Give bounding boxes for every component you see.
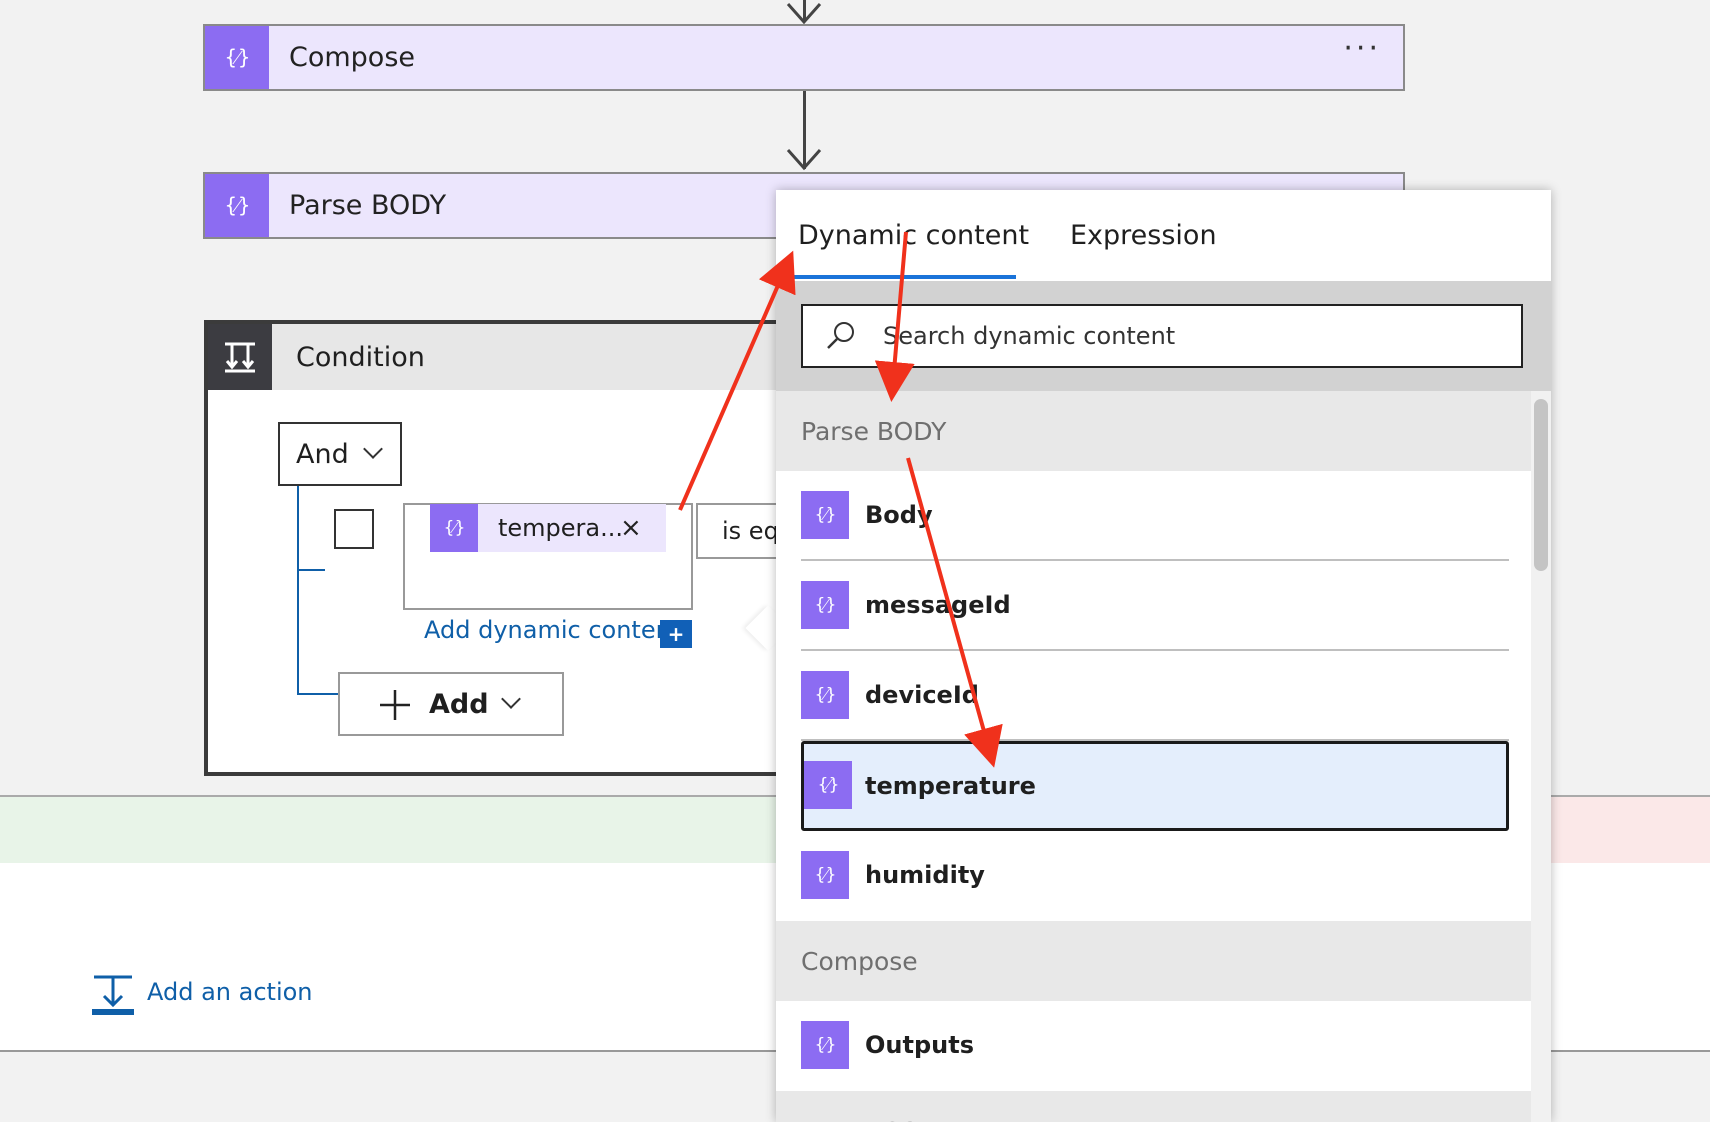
add-action-icon[interactable] (92, 974, 134, 1016)
list-item-humidity[interactable]: {⁄} humidity (801, 831, 1509, 921)
search-placeholder: Search dynamic content (883, 322, 1176, 350)
if-no-branch-header (1550, 795, 1710, 863)
active-tab-indicator (794, 275, 1016, 279)
add-an-action-link[interactable]: Add an action (147, 978, 313, 1006)
search-input[interactable]: Search dynamic content (801, 304, 1523, 368)
more-options-button[interactable]: ··· (1343, 34, 1381, 64)
row-checkbox[interactable] (334, 509, 374, 549)
list-item-body[interactable]: {⁄} Body (801, 471, 1509, 561)
braces-icon: {⁄} (430, 504, 478, 552)
braces-icon: {⁄} (801, 581, 849, 629)
group-header-parse-body: Parse BODY (776, 391, 1531, 471)
add-dynamic-content-icon[interactable]: + (660, 620, 692, 648)
list-item-messageid[interactable]: {⁄} messageId (801, 561, 1509, 651)
condition-header[interactable]: Condition (208, 324, 804, 390)
condition-icon (208, 324, 272, 390)
list-item-label: temperature (865, 772, 1036, 800)
group-operator-dropdown[interactable]: And (278, 422, 402, 486)
search-icon (827, 322, 854, 349)
braces-icon: {⁄} (801, 851, 849, 899)
if-yes-branch-header (0, 795, 780, 863)
list-item-temperature[interactable]: {⁄} temperature (801, 741, 1509, 831)
compose-action-card[interactable]: {⁄} Compose ··· (203, 24, 1405, 91)
scrollbar[interactable] (1531, 391, 1551, 1122)
braces-icon: {⁄} (205, 26, 269, 89)
braces-icon: {⁄} (804, 761, 852, 809)
parse-body-title: Parse BODY (289, 190, 447, 221)
add-dynamic-content-link[interactable]: Add dynamic content (424, 616, 680, 644)
tab-dynamic-content[interactable]: Dynamic content (798, 220, 1029, 251)
close-icon[interactable]: × (620, 504, 642, 552)
condition-title: Condition (296, 341, 425, 373)
group-header-parse-json: Parse JSON (776, 1091, 1531, 1122)
token-label: tempera... (498, 514, 624, 542)
dynamic-content-list: Parse BODY {⁄} Body {⁄} messageId {⁄} de… (776, 391, 1531, 1122)
add-button-label: Add (429, 688, 489, 720)
chevron-down-icon (501, 689, 521, 709)
tree-line-branch (297, 569, 325, 571)
dynamic-content-panel: Dynamic content Expression Search dynami… (776, 190, 1551, 1122)
search-area: Search dynamic content (776, 281, 1551, 391)
tab-expression[interactable]: Expression (1070, 220, 1217, 251)
list-item-label: Body (865, 501, 933, 529)
add-button[interactable]: Add (338, 672, 564, 736)
connector-arrow-icon (786, 149, 822, 171)
temperature-token[interactable]: {⁄} tempera... × (430, 504, 666, 552)
tree-line-vertical (297, 486, 299, 695)
compose-title: Compose (289, 42, 416, 73)
braces-icon: {⁄} (801, 671, 849, 719)
list-item-label: humidity (865, 861, 985, 889)
scrollbar-thumb[interactable] (1534, 399, 1548, 571)
connector-arrow-icon (786, 3, 822, 25)
plus-icon (380, 690, 410, 720)
group-operator-label: And (296, 438, 349, 470)
chevron-down-icon (363, 439, 383, 459)
list-item-label: messageId (865, 591, 1011, 619)
list-item-deviceid[interactable]: {⁄} deviceId (801, 651, 1509, 741)
group-header-compose: Compose (776, 921, 1531, 1001)
list-item-label: Outputs (865, 1031, 974, 1059)
braces-icon: {⁄} (801, 1021, 849, 1069)
braces-icon: {⁄} (205, 174, 269, 237)
list-item-outputs[interactable]: {⁄} Outputs (801, 1001, 1509, 1091)
braces-icon: {⁄} (801, 491, 849, 539)
tree-line-branch (297, 693, 339, 695)
list-item-label: deviceId (865, 681, 979, 709)
